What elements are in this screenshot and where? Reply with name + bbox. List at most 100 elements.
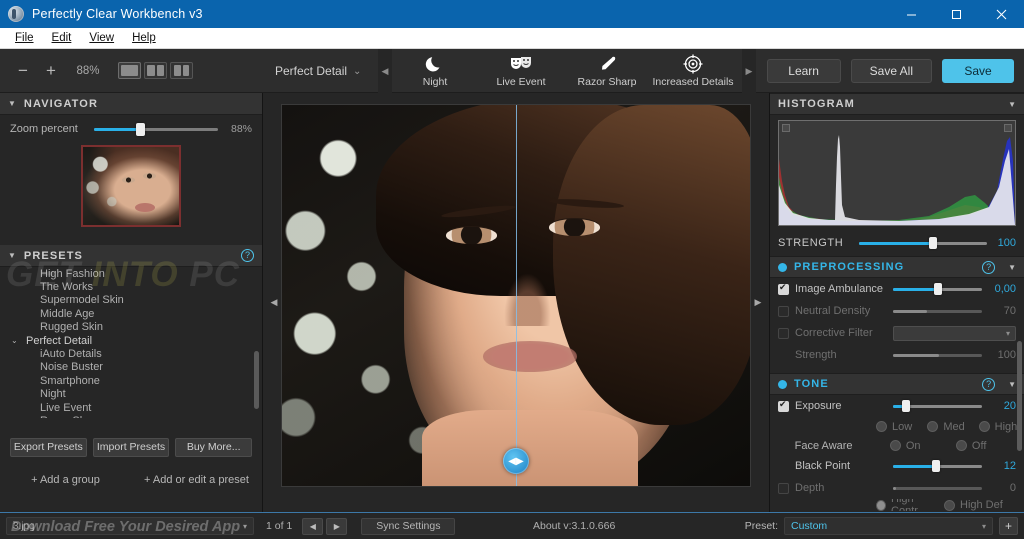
navigator-thumbnail-wrap [10, 145, 252, 227]
image-ambulance-label: Image Ambulance [795, 283, 884, 295]
slider-knob[interactable] [931, 460, 940, 472]
preprocessing-strength-slider[interactable] [893, 349, 982, 361]
navigator-thumbnail[interactable] [81, 145, 181, 227]
tool-live-event[interactable]: Live Event [478, 49, 564, 93]
view-mode-split-button[interactable] [144, 62, 167, 79]
tool-razor-sharp[interactable]: Razor Sharp [564, 49, 650, 93]
exposure-low-radio[interactable]: Low [876, 421, 921, 433]
buy-more-button[interactable]: Buy More... [175, 437, 253, 457]
preset-label: Rugged Skin [40, 321, 103, 334]
tool-night[interactable]: Night [392, 49, 478, 93]
add-edit-preset-button[interactable]: + Add or edit a preset [131, 474, 262, 486]
face-aware-off-radio[interactable]: Off [955, 440, 1016, 452]
tool-increased-details[interactable]: Increased Details [650, 49, 736, 93]
status-preset-group: Preset: Custom ▾ + [745, 517, 1018, 535]
depth-checkbox[interactable] [778, 482, 789, 494]
radio-button-icon [876, 421, 887, 432]
slider-knob[interactable] [929, 237, 938, 249]
zoom-level-label: 88% [76, 64, 100, 77]
exposure-med-radio[interactable]: Med [927, 421, 972, 433]
preset-item-high-fashion[interactable]: High Fashion [0, 267, 262, 280]
moon-icon [425, 54, 445, 74]
previous-image-button[interactable]: ◀ [302, 517, 324, 535]
high-def-radio[interactable]: High Def [944, 499, 1006, 511]
zoom-percent-label: Zoom percent [10, 123, 78, 135]
image-ambulance-slider[interactable] [893, 283, 982, 295]
strength-slider[interactable] [859, 237, 987, 249]
histogram-header[interactable]: HISTOGRAM ▼ [770, 93, 1024, 115]
preset-item-rugged-skin[interactable]: Rugged Skin [0, 321, 262, 334]
slider-knob[interactable] [933, 283, 942, 295]
image-canvas[interactable]: ◀▶ [281, 104, 751, 487]
depth-slider[interactable] [893, 482, 982, 494]
image-ambulance-checkbox[interactable] [778, 282, 789, 295]
menu-item-edit[interactable]: Edit [43, 30, 81, 46]
high-contrast-radio[interactable]: High Contr [876, 499, 938, 511]
sync-settings-button[interactable]: Sync Settings [361, 517, 456, 535]
preset-item-middle-age[interactable]: Middle Age [0, 307, 262, 320]
collapse-right-panel-button[interactable]: ▶ [752, 292, 764, 314]
help-icon[interactable]: ? [982, 260, 996, 274]
zoom-out-button[interactable]: − [10, 58, 36, 84]
preset-item-supermodel-skin[interactable]: Supermodel Skin [0, 294, 262, 307]
exposure-slider[interactable] [893, 400, 982, 412]
learn-button[interactable]: Learn [766, 59, 841, 83]
zoom-in-button[interactable]: + [38, 58, 64, 84]
maximize-button[interactable] [934, 0, 979, 28]
preset-group-perfect-detail[interactable]: ⌄ Perfect Detail [0, 334, 262, 347]
add-preset-button[interactable]: + [999, 517, 1018, 535]
zoom-percent-slider[interactable] [94, 122, 218, 136]
save-button[interactable]: Save [942, 59, 1014, 83]
add-group-button[interactable]: + Add a group [0, 474, 131, 486]
face-aware-on-radio[interactable]: On [889, 440, 950, 452]
preset-item-iauto-details[interactable]: iAuto Details [0, 347, 262, 360]
corrective-filter-checkbox[interactable] [778, 327, 789, 339]
section-toggle-dot[interactable] [778, 262, 787, 272]
neutral-density-slider[interactable] [893, 305, 982, 317]
neutral-density-checkbox[interactable] [778, 305, 789, 317]
preset-item-night[interactable]: Night [0, 388, 262, 401]
import-presets-button[interactable]: Import Presets [92, 437, 170, 457]
menu-item-view[interactable]: View [80, 30, 123, 46]
export-presets-button[interactable]: Export Presets [10, 437, 87, 457]
slider-knob[interactable] [135, 122, 145, 136]
split-view-handle[interactable]: ◀▶ [503, 448, 529, 474]
toolbar-preset-selector[interactable]: Perfect Detail ⌄ [275, 49, 361, 93]
corrective-filter-dropdown[interactable]: ▾ [893, 325, 1016, 341]
collapse-left-panel-button[interactable]: ◀ [268, 292, 280, 314]
preset-item-smartphone[interactable]: Smartphone [0, 374, 262, 387]
presets-header[interactable]: ▼ PRESETS ? [0, 245, 262, 267]
status-preset-dropdown[interactable]: Custom ▾ [784, 517, 993, 535]
section-toggle-dot[interactable] [778, 379, 787, 389]
preset-item-noise-buster[interactable]: Noise Buster [0, 361, 262, 374]
save-all-button[interactable]: Save All [850, 59, 932, 83]
preset-item-live-event[interactable]: Live Event [0, 401, 262, 414]
menu-item-help[interactable]: Help [123, 30, 165, 46]
help-icon[interactable]: ? [982, 377, 996, 391]
view-mode-compare-button[interactable] [170, 62, 193, 79]
presets-list[interactable]: High Fashion The Works Supermodel Skin M… [0, 267, 262, 418]
preset-item-the-works[interactable]: The Works [0, 280, 262, 293]
file-selector-dropdown[interactable]: 3.jpg Download Free Your Desired App ▾ [6, 517, 254, 535]
menu-item-file[interactable]: File [6, 30, 43, 46]
triangle-down-icon: ▼ [1008, 99, 1016, 109]
view-mode-single-button[interactable] [118, 62, 141, 79]
application-window: Perfectly Clear Workbench v3 File Edit V… [0, 0, 1024, 539]
tools-scroll-right-button[interactable]: ▶ [742, 49, 756, 93]
preset-item-razor-sharp[interactable]: Razor Sharp [0, 414, 262, 418]
navigator-header[interactable]: ▼ NAVIGATOR [0, 93, 262, 115]
presets-scrollbar[interactable] [254, 351, 259, 409]
right-panel-scrollbar[interactable] [1017, 341, 1022, 451]
tools-scroll-left-button[interactable]: ◀ [378, 49, 392, 93]
razor-icon [596, 54, 618, 74]
exposure-checkbox[interactable] [778, 399, 789, 412]
tone-header[interactable]: TONE ? ▼ [770, 373, 1024, 395]
face-aware-label: Face Aware [794, 439, 853, 452]
black-point-slider[interactable] [893, 460, 982, 472]
slider-knob[interactable] [902, 400, 911, 412]
next-image-button[interactable]: ▶ [326, 517, 348, 535]
preprocessing-header[interactable]: PREPROCESSING ? ▼ [770, 256, 1024, 278]
close-button[interactable] [979, 0, 1024, 28]
help-icon[interactable]: ? [241, 249, 254, 262]
minimize-button[interactable] [889, 0, 934, 28]
